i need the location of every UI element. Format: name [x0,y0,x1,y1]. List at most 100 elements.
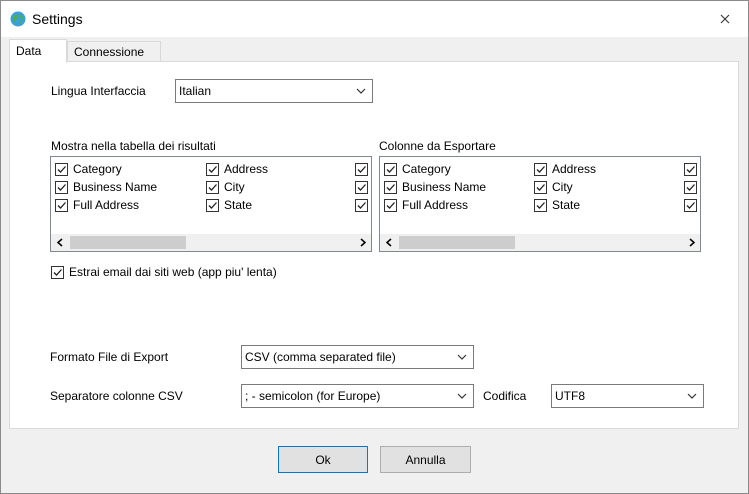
chevron-left-icon [56,238,62,247]
list-item[interactable]: Category [55,160,122,178]
check-icon [53,268,62,276]
check-icon [357,183,366,191]
encoding-value: UTF8 [555,389,585,403]
list-item[interactable]: City [534,178,573,196]
language-select-value: Italian [179,84,212,98]
checkbox[interactable] [55,198,68,212]
checkbox[interactable] [684,162,697,176]
chevron-right-icon [360,238,366,247]
check-icon [386,183,395,191]
check-icon [208,165,217,173]
list-item[interactable]: Category [384,160,451,178]
check-icon [536,201,545,209]
chevron-down-icon [457,354,467,360]
settings-window: Settings Data Connessione Lingua Interfa… [0,0,749,494]
scroll-left-button[interactable] [380,234,397,251]
check-icon [386,201,395,209]
checkbox[interactable] [384,198,397,212]
list-item[interactable]: State [534,196,580,214]
scroll-right-button[interactable] [683,234,700,251]
csv-separator-select[interactable]: ; - semicolon (for Europe) [241,384,474,408]
extract-email-option[interactable]: Estrai email dai siti web (app piu' lent… [51,263,277,281]
checkbox[interactable] [206,162,219,176]
scroll-thumb[interactable] [399,236,515,249]
globe-icon [10,11,26,27]
tab-panel-data: Lingua Interfaccia Italian Mostra nella … [9,61,739,429]
export-format-value: CSV (comma separated file) [245,350,396,364]
check-icon [357,201,366,209]
check-icon [208,201,217,209]
list-item[interactable]: Full Address [55,196,139,214]
check-icon [357,165,366,173]
checkbox[interactable] [55,180,68,194]
list-item[interactable]: Address [534,160,596,178]
title-bar[interactable]: Settings [1,1,748,37]
list-item[interactable]: Address [206,160,268,178]
list-item[interactable]: Business Name [384,178,486,196]
encoding-select[interactable]: UTF8 [551,384,704,408]
checkbox[interactable] [534,180,547,194]
close-button[interactable] [702,1,748,37]
list-item[interactable] [684,196,700,214]
tab-connessione[interactable]: Connessione [67,41,161,61]
list-item[interactable]: Business Name [55,178,157,196]
export-columns-label: Colonne da Esportare [379,139,496,153]
scroll-thumb[interactable] [70,236,186,249]
checkbox[interactable] [684,198,697,212]
export-format-select[interactable]: CSV (comma separated file) [241,345,474,369]
checkbox[interactable] [206,198,219,212]
list-item[interactable] [355,178,371,196]
csv-separator-label: Separatore colonne CSV [50,389,183,403]
cancel-button[interactable]: Annulla [380,446,471,473]
language-label: Lingua Interfaccia [51,84,146,98]
list-item[interactable]: State [206,196,252,214]
csv-separator-value: ; - semicolon (for Europe) [245,389,381,403]
encoding-label: Codifica [483,389,527,403]
check-icon [686,183,695,191]
ok-button[interactable]: Ok [278,446,368,473]
extract-email-label: Estrai email dai siti web (app piu' lent… [69,265,277,279]
extract-email-checkbox[interactable] [51,265,64,279]
window-title: Settings [32,11,83,27]
checkbox[interactable] [206,180,219,194]
scroll-right-button[interactable] [354,234,371,251]
check-icon [686,201,695,209]
results-columns-label: Mostra nella tabella dei risultati [51,139,216,153]
export-columns-list[interactable]: Category Address Business Name City Full… [379,156,701,252]
language-select[interactable]: Italian [175,79,373,103]
export-format-label: Formato File di Export [50,350,169,364]
chevron-down-icon [356,88,366,94]
checkbox[interactable] [534,162,547,176]
horizontal-scrollbar[interactable] [380,234,700,251]
check-icon [536,183,545,191]
check-icon [536,165,545,173]
list-item[interactable] [684,160,700,178]
scroll-left-button[interactable] [51,234,68,251]
checkbox[interactable] [384,162,397,176]
check-icon [208,183,217,191]
checkbox[interactable] [384,180,397,194]
checkbox[interactable] [534,198,547,212]
checkbox[interactable] [55,162,68,176]
list-item[interactable] [355,196,371,214]
list-item[interactable]: Full Address [384,196,468,214]
list-item[interactable]: City [206,178,245,196]
list-item[interactable] [684,178,700,196]
checkbox[interactable] [684,180,697,194]
check-icon [57,165,66,173]
horizontal-scrollbar[interactable] [51,234,371,251]
chevron-down-icon [457,393,467,399]
chevron-down-icon [687,393,697,399]
check-icon [386,165,395,173]
chevron-right-icon [689,238,695,247]
checkbox[interactable] [355,162,368,176]
checkbox[interactable] [355,198,368,212]
close-icon [720,14,730,24]
results-columns-list[interactable]: Category Address Business Name City Full… [50,156,372,252]
tab-data[interactable]: Data [9,39,67,63]
list-item[interactable] [355,160,371,178]
check-icon [57,201,66,209]
chevron-left-icon [385,238,391,247]
check-icon [686,165,695,173]
checkbox[interactable] [355,180,368,194]
